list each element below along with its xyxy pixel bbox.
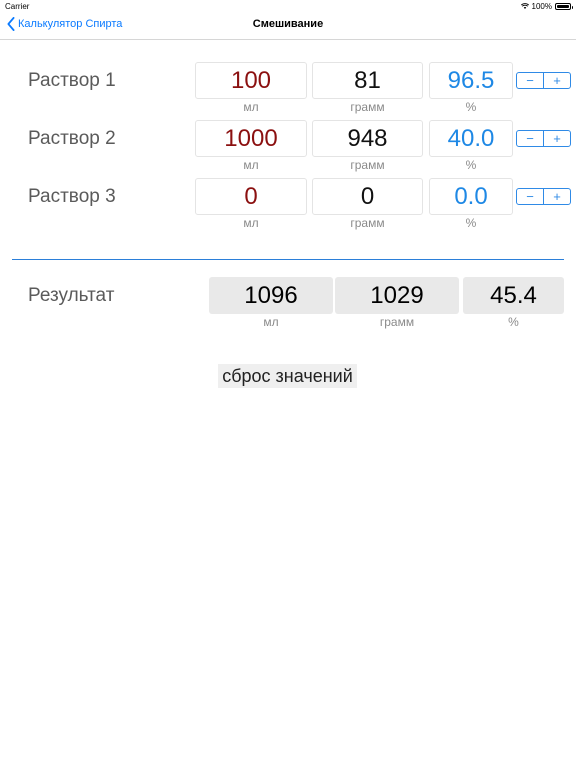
result-label: Результат	[28, 285, 115, 306]
ml-unit: мл	[243, 100, 259, 114]
ml-input[interactable]: 1000	[195, 120, 307, 157]
status-right: 100%	[520, 2, 573, 11]
percent-stepper: − +	[516, 72, 571, 89]
gram-unit: грамм	[350, 100, 385, 114]
solution-label: Раствор 2	[28, 128, 116, 149]
solution-label: Раствор 3	[28, 186, 116, 207]
gram-input[interactable]: 81	[312, 62, 423, 99]
percent-input[interactable]: 96.5	[429, 62, 513, 99]
ml-input[interactable]: 100	[195, 62, 307, 99]
result-row: Результат 1096 1029 45.4 мл грамм %	[0, 277, 576, 332]
gram-input[interactable]: 948	[312, 120, 423, 157]
increment-button[interactable]: +	[544, 73, 570, 88]
gram-unit: грамм	[350, 158, 385, 172]
decrement-button[interactable]: −	[517, 189, 544, 204]
carrier-label: Carrier	[5, 2, 30, 11]
percent-stepper: − +	[516, 188, 571, 205]
page-title: Смешивание	[252, 18, 324, 30]
percent-input[interactable]: 40.0	[429, 120, 513, 157]
gram-unit: грамм	[350, 216, 385, 230]
navigation-bar: Калькулятор Спирта Смешивание	[0, 12, 576, 40]
percent-unit: %	[465, 100, 477, 114]
percent-unit: %	[465, 158, 477, 172]
decrement-button[interactable]: −	[517, 131, 544, 146]
ml-unit: мл	[243, 158, 259, 172]
result-ml-value: 1096	[209, 277, 333, 314]
solution-label: Раствор 1	[28, 70, 116, 91]
ml-unit: мл	[263, 315, 279, 329]
percent-unit: %	[465, 216, 477, 230]
increment-button[interactable]: +	[544, 131, 570, 146]
status-bar: Carrier 100%	[0, 0, 576, 12]
percent-input[interactable]: 0.0	[429, 178, 513, 215]
solution-row-3: Раствор 3 0 0 0.0 мл грамм % − +	[0, 178, 576, 236]
ml-input[interactable]: 0	[195, 178, 307, 215]
gram-unit: грамм	[379, 315, 415, 329]
ml-unit: мл	[243, 216, 259, 230]
battery-icon	[555, 3, 573, 10]
solution-row-1: Раствор 1 100 81 96.5 мл грамм % − +	[0, 62, 576, 120]
solution-row-2: Раствор 2 1000 948 40.0 мл грамм % − +	[0, 120, 576, 178]
section-divider	[12, 259, 564, 260]
reset-button[interactable]: сброс значений	[218, 364, 357, 388]
increment-button[interactable]: +	[544, 189, 570, 204]
result-percent-value: 45.4	[463, 277, 564, 314]
result-gram-value: 1029	[335, 277, 459, 314]
decrement-button[interactable]: −	[517, 73, 544, 88]
wifi-icon	[520, 3, 529, 9]
battery-percent: 100%	[531, 2, 552, 11]
percent-stepper: − +	[516, 130, 571, 147]
percent-unit: %	[508, 315, 519, 329]
gram-input[interactable]: 0	[312, 178, 423, 215]
